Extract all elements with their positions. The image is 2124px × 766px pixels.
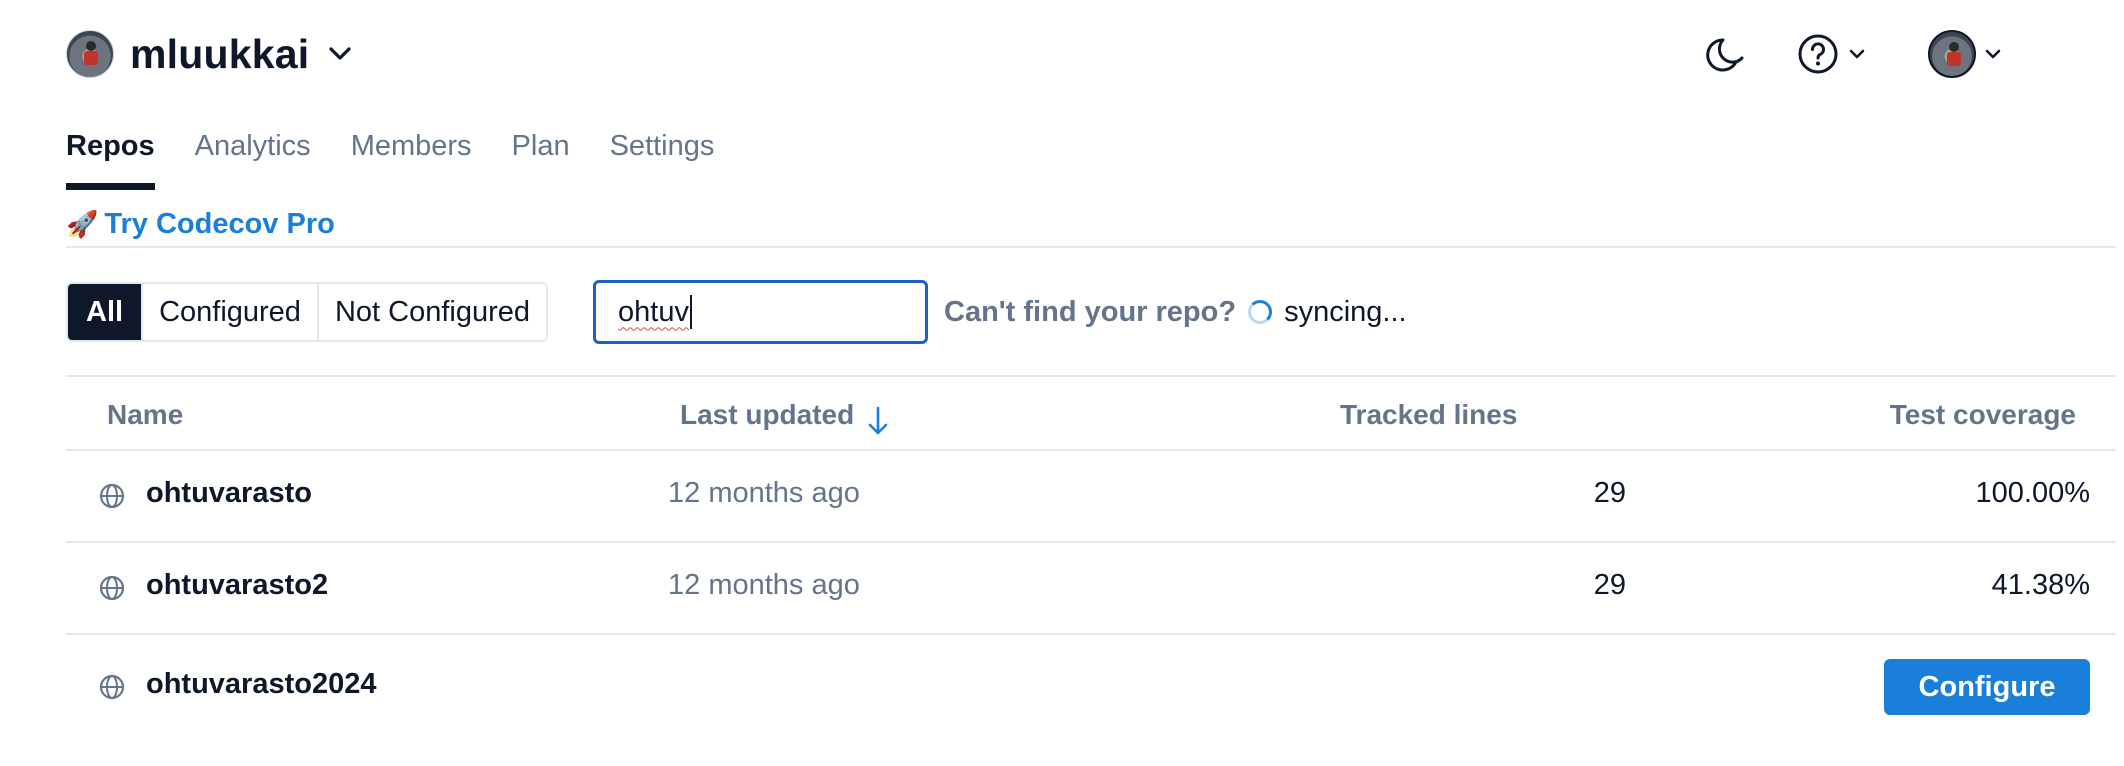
filter-not-configured-button[interactable]: Not Configured (318, 284, 546, 340)
globe-icon (98, 673, 126, 701)
text-caret (689, 295, 692, 329)
test-coverage: 100.00% (1975, 477, 2091, 509)
tracked-lines: 29 (1593, 477, 1626, 509)
rocket-icon: 🚀 (66, 208, 99, 239)
user-menu-button[interactable] (1928, 30, 2018, 78)
repo-link[interactable]: ohtuvarasto2 (146, 569, 328, 602)
owner-tabs: Repos Analytics Members Plan Settings (66, 122, 714, 190)
chevron-down-icon (1985, 49, 2001, 59)
arrow-down-icon (864, 403, 892, 439)
moon-icon[interactable] (1704, 30, 1752, 78)
globe-icon (98, 574, 126, 602)
divider (66, 375, 2116, 377)
tab-plan[interactable]: Plan (512, 122, 570, 190)
table-row: ohtuvarasto2024 Configure (66, 640, 2116, 730)
owner-switcher[interactable]: mluukkai (66, 28, 355, 80)
tab-repos[interactable]: Repos (66, 122, 155, 190)
divider (66, 246, 2116, 248)
test-coverage: 41.38% (1991, 569, 2090, 601)
repo-filter-group: All Configured Not Configured (66, 282, 548, 342)
try-pro-label: Try Codecov Pro (104, 207, 335, 240)
syncing-text: syncing... (1284, 295, 1407, 328)
repos-page: mluukkai Repos Analytics Members Plan Se… (0, 0, 2124, 766)
try-pro-link[interactable]: 🚀 Try Codecov Pro (66, 206, 335, 242)
column-header-last-updated[interactable]: Last updated (680, 395, 892, 435)
globe-icon (98, 482, 126, 510)
column-header-last-updated-label: Last updated (680, 399, 855, 430)
tab-settings[interactable]: Settings (610, 122, 715, 190)
column-header-name[interactable]: Name (107, 395, 183, 435)
chevron-down-icon (1849, 49, 1865, 59)
last-updated: 12 months ago (668, 477, 860, 509)
question-circle-icon (1798, 34, 1838, 74)
owner-avatar (66, 30, 114, 78)
spinner-icon (1248, 300, 1273, 324)
repo-link[interactable]: ohtuvarasto (146, 477, 312, 510)
tab-analytics[interactable]: Analytics (195, 122, 311, 190)
column-header-test-coverage[interactable]: Test coverage (1890, 395, 2076, 435)
header-actions (1704, 28, 2124, 80)
owner-name: mluukkai (130, 30, 310, 77)
search-value: ohtuv (618, 295, 689, 328)
filter-all-button[interactable]: All (68, 284, 144, 340)
chevron-down-icon[interactable] (325, 39, 355, 69)
column-header-tracked-lines[interactable]: Tracked lines (1340, 395, 1517, 435)
table-row: ohtuvarasto2 12 months ago 29 41.38% (66, 543, 2116, 633)
cant-find-repo-text: Can't find your repo? (944, 295, 1237, 328)
tracked-lines: 29 (1593, 569, 1626, 601)
sync-status: Can't find your repo? syncing... (944, 292, 1407, 332)
table-row: ohtuvarasto 12 months ago 29 100.00% (66, 451, 2116, 541)
repo-link[interactable]: ohtuvarasto2024 (146, 668, 377, 701)
help-menu-button[interactable] (1796, 30, 1886, 78)
divider (66, 633, 2116, 635)
tab-members[interactable]: Members (351, 122, 472, 190)
configure-button[interactable]: Configure (1884, 659, 2090, 715)
last-updated: 12 months ago (668, 569, 860, 601)
repo-search-input[interactable]: ohtuv (593, 280, 928, 344)
user-avatar (1928, 30, 1976, 78)
filter-configured-button[interactable]: Configured (143, 284, 319, 340)
